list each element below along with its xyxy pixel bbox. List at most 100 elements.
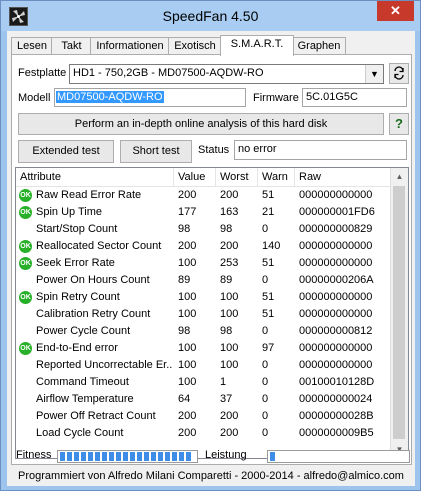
cell-worst: 100 xyxy=(220,308,239,320)
test-status-field[interactable]: no error xyxy=(234,140,407,160)
cell-raw: 000000000000 xyxy=(299,240,373,252)
cell-attribute: Command Timeout xyxy=(36,376,129,388)
table-row[interactable]: Airflow Temperature 64 37 0 000000000024 xyxy=(16,391,392,408)
cell-worst: 253 xyxy=(220,257,239,269)
cell-worst: 100 xyxy=(220,291,239,303)
client-area: Lesen Takt Informationen Exotisch S.M.A.… xyxy=(7,31,415,486)
cell-attribute: Start/Stop Count xyxy=(36,223,118,235)
cell-attribute: Raw Read Error Rate xyxy=(36,189,142,201)
cell-raw: 000000000000 xyxy=(299,291,373,303)
cell-raw: 000000000000 xyxy=(299,308,373,320)
close-icon: ✕ xyxy=(390,3,401,18)
cell-warn: 0 xyxy=(262,376,269,388)
column-header-worst[interactable]: Worst xyxy=(216,168,258,186)
online-analysis-button[interactable]: Perform an in-depth online analysis of t… xyxy=(18,113,384,135)
model-field[interactable]: MD07500-AQDW-RO xyxy=(54,88,246,107)
close-button[interactable]: ✕ xyxy=(377,1,414,21)
ok-status-icon: OK xyxy=(19,189,32,202)
chevron-down-icon[interactable]: ▼ xyxy=(365,65,383,83)
column-header-warn[interactable]: Warn xyxy=(258,168,295,186)
meter-segment xyxy=(116,452,121,461)
scroll-up-icon[interactable]: ▲ xyxy=(391,168,408,185)
short-test-button[interactable]: Short test xyxy=(120,140,192,163)
table-row[interactable]: Load Cycle Count 200 200 0 0000000009B5 xyxy=(16,425,392,442)
cell-raw: 00100010128D xyxy=(299,376,375,388)
meter-segment xyxy=(60,452,65,461)
table-row[interactable]: Power Off Retract Count 200 200 0 0000000002… xyxy=(16,408,392,425)
test-status-value: no error xyxy=(238,143,277,155)
performance-meter xyxy=(267,450,410,463)
table-row[interactable]: Power On Hours Count 89 89 0 00000000206A xyxy=(16,272,392,289)
table-row[interactable]: OK Seek Error Rate 100 253 51 000000000000 xyxy=(16,255,392,272)
help-button[interactable]: ? xyxy=(389,113,409,135)
meter-segment xyxy=(270,452,275,461)
table-row[interactable]: OK Spin Up Time 177 163 21 000000001FD6 xyxy=(16,204,392,221)
title-bar[interactable]: SpeedFan 4.50 ✕ xyxy=(1,1,420,31)
test-status-label: Status xyxy=(198,144,230,156)
smart-attribute-table[interactable]: Attribute Value Worst Warn Raw OK Raw Rea… xyxy=(15,167,409,459)
tab-smart[interactable]: S.M.A.R.T. xyxy=(220,35,294,56)
extended-test-button[interactable]: Extended test xyxy=(18,140,114,163)
refresh-button[interactable] xyxy=(389,63,409,84)
cell-attribute: Load Cycle Count xyxy=(36,427,124,439)
table-row[interactable]: OK Raw Read Error Rate 200 200 51 00000000000… xyxy=(16,187,392,204)
tab-exotisch[interactable]: Exotisch xyxy=(168,37,222,55)
status-bar-text: Programmiert von Alfredo Milani Comparet… xyxy=(18,470,404,482)
cell-warn: 0 xyxy=(262,393,269,405)
cell-attribute: Airflow Temperature xyxy=(36,393,134,405)
meter-segment xyxy=(74,452,79,461)
cell-value: 100 xyxy=(178,257,197,269)
table-row[interactable]: OK Spin Retry Count 100 100 51 000000000000 xyxy=(16,289,392,306)
tab-takt[interactable]: Takt xyxy=(51,37,92,55)
column-header-value[interactable]: Value xyxy=(174,168,216,186)
cell-worst: 100 xyxy=(220,359,239,371)
cell-worst: 89 xyxy=(220,274,233,286)
meter-segment xyxy=(130,452,135,461)
tab-lesen[interactable]: Lesen xyxy=(11,37,53,55)
cell-attribute: Spin Retry Count xyxy=(36,291,120,303)
cell-raw: 000000001FD6 xyxy=(299,206,375,218)
cell-attribute: Reported Uncorrectable Er... xyxy=(36,359,172,371)
meter-segment xyxy=(151,452,156,461)
table-row[interactable]: Reported Uncorrectable Er... 100 100 0 00000… xyxy=(16,357,392,374)
cell-value: 100 xyxy=(178,342,197,354)
firmware-field[interactable]: 5C.01G5C xyxy=(302,88,407,107)
cell-attribute: End-to-End error xyxy=(36,342,118,354)
table-row[interactable]: Power Cycle Count 98 98 0 000000000812 xyxy=(16,323,392,340)
column-header-attribute[interactable]: Attribute xyxy=(16,168,174,186)
column-header-raw[interactable]: Raw xyxy=(295,168,390,186)
window-title: SpeedFan 4.50 xyxy=(162,8,259,24)
cell-value: 200 xyxy=(178,189,197,201)
cell-attribute: Reallocated Sector Count xyxy=(36,240,162,252)
cell-value: 100 xyxy=(178,308,197,320)
speedfan-window: SpeedFan 4.50 ✕ Lesen Takt Informationen… xyxy=(0,0,421,491)
cell-raw: 0000000009B5 xyxy=(299,427,374,439)
meter-segment xyxy=(88,452,93,461)
table-row[interactable]: OK Reallocated Sector Count 200 200 140 00000… xyxy=(16,238,392,255)
cell-value: 98 xyxy=(178,325,191,337)
cell-value: 98 xyxy=(178,223,191,235)
ok-status-icon: OK xyxy=(19,342,32,355)
tab-informationen[interactable]: Informationen xyxy=(90,37,170,55)
drive-select[interactable]: HD1 - 750,2GB - MD07500-AQDW-RO ▼ xyxy=(69,64,384,84)
tab-graphen[interactable]: Graphen xyxy=(292,37,346,55)
table-row[interactable]: OK End-to-End error 100 100 97 000000000000 xyxy=(16,340,392,357)
cell-raw: 00000000206A xyxy=(299,274,374,286)
vertical-scrollbar[interactable]: ▲ ▼ xyxy=(390,168,408,458)
table-row[interactable]: Calibration Retry Count 100 100 51 000000000… xyxy=(16,306,392,323)
fitness-label: Fitness xyxy=(16,449,52,461)
table-header: Attribute Value Worst Warn Raw xyxy=(16,168,392,187)
cell-worst: 100 xyxy=(220,342,239,354)
cell-warn: 0 xyxy=(262,427,269,439)
cell-warn: 0 xyxy=(262,325,269,337)
cell-worst: 200 xyxy=(220,189,239,201)
cell-worst: 200 xyxy=(220,410,239,422)
meter-segment xyxy=(144,452,149,461)
cell-warn: 51 xyxy=(262,257,275,269)
cell-attribute: Power Off Retract Count xyxy=(36,410,156,422)
table-row[interactable]: Command Timeout 100 1 0 00100010128D xyxy=(16,374,392,391)
table-row[interactable]: Start/Stop Count 98 98 0 000000000829 xyxy=(16,221,392,238)
scroll-thumb[interactable] xyxy=(393,186,405,439)
cell-attribute: Calibration Retry Count xyxy=(36,308,151,320)
firmware-label: Firmware xyxy=(253,92,299,104)
